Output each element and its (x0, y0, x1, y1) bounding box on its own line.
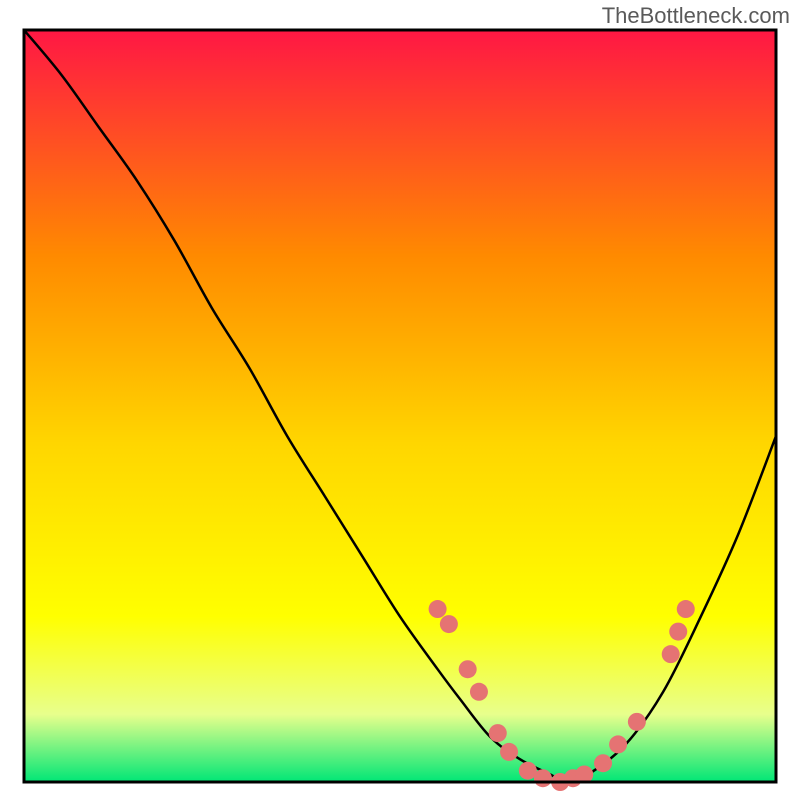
data-point (429, 600, 447, 618)
data-point (459, 660, 477, 678)
data-point (662, 645, 680, 663)
data-point (594, 754, 612, 772)
data-point (534, 769, 552, 787)
data-point (440, 615, 458, 633)
data-point (677, 600, 695, 618)
data-point (489, 724, 507, 742)
data-point (669, 623, 687, 641)
data-point (500, 743, 518, 761)
watermark-label: TheBottleneck.com (602, 3, 790, 29)
chart-container: TheBottleneck.com (0, 0, 800, 800)
data-point (628, 713, 646, 731)
data-point (609, 735, 627, 753)
data-point (470, 683, 488, 701)
plot-background (24, 30, 776, 782)
chart-svg (0, 0, 800, 800)
